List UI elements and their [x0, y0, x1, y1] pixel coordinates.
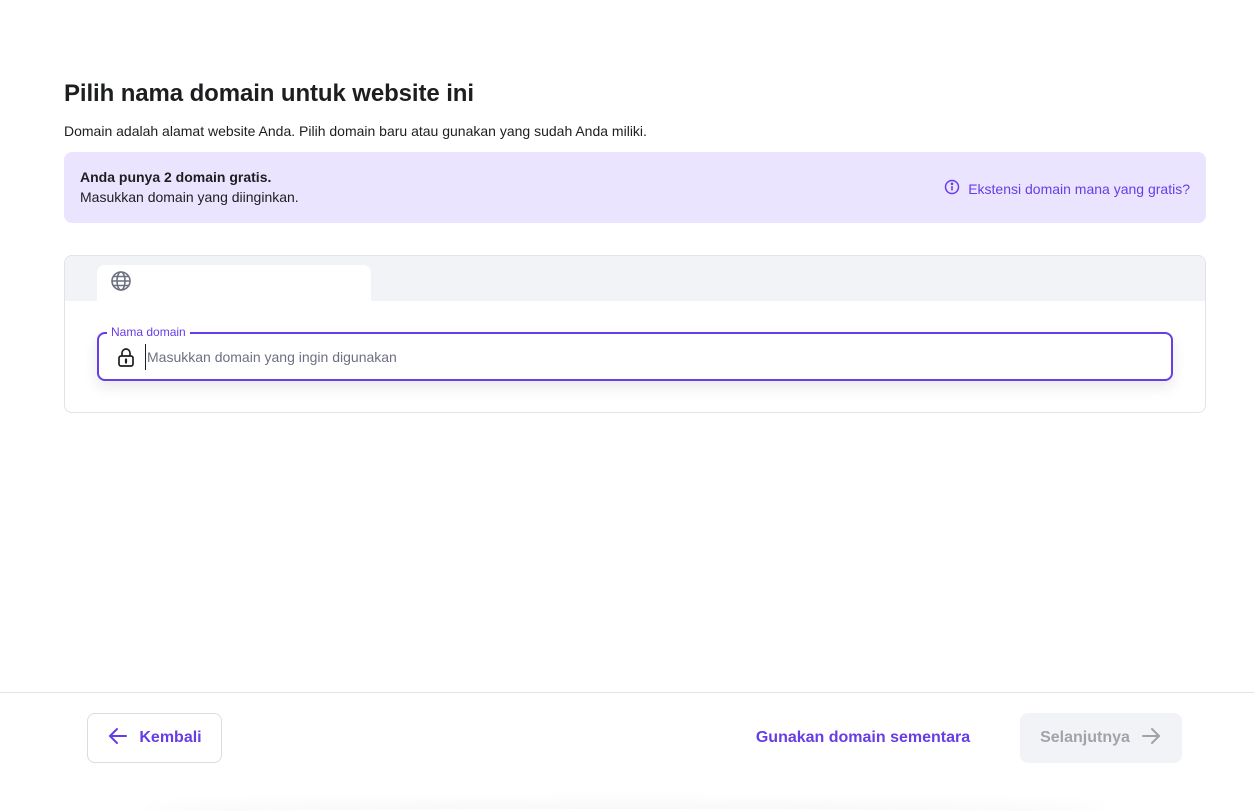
domain-panel: Nama domain	[64, 255, 1206, 413]
domain-search-input[interactable]	[145, 344, 1155, 370]
page-title: Pilih nama domain untuk website ini	[64, 80, 474, 107]
free-extensions-link-label: Ekstensi domain mana yang gratis?	[968, 180, 1190, 197]
domain-name-label: Nama domain	[107, 325, 190, 339]
globe-icon	[110, 270, 132, 297]
back-button-label: Kembali	[139, 729, 202, 746]
arrow-left-icon	[107, 725, 129, 752]
page-subtitle: Domain adalah alamat website Anda. Pilih…	[64, 123, 647, 139]
back-button[interactable]: Kembali	[87, 713, 222, 763]
domain-tabbar	[65, 256, 1205, 301]
arrow-right-icon	[1140, 725, 1162, 752]
tab-new-domain[interactable]	[97, 265, 371, 301]
next-button[interactable]: Selanjutnya	[1020, 713, 1182, 763]
banner-text: Masukkan domain yang diinginkan.	[80, 189, 299, 205]
lock-icon	[115, 346, 137, 368]
next-button-label: Selanjutnya	[1040, 729, 1130, 746]
free-extensions-link[interactable]: Ekstensi domain mana yang gratis?	[944, 179, 1190, 198]
info-icon	[944, 179, 960, 198]
footer-bar: Kembali Gunakan domain sementara Selanju…	[0, 692, 1254, 811]
domain-name-field[interactable]: Nama domain	[97, 325, 1173, 381]
banner-title: Anda punya 2 domain gratis.	[80, 169, 272, 185]
use-temporary-domain-button[interactable]: Gunakan domain sementara	[744, 713, 982, 763]
